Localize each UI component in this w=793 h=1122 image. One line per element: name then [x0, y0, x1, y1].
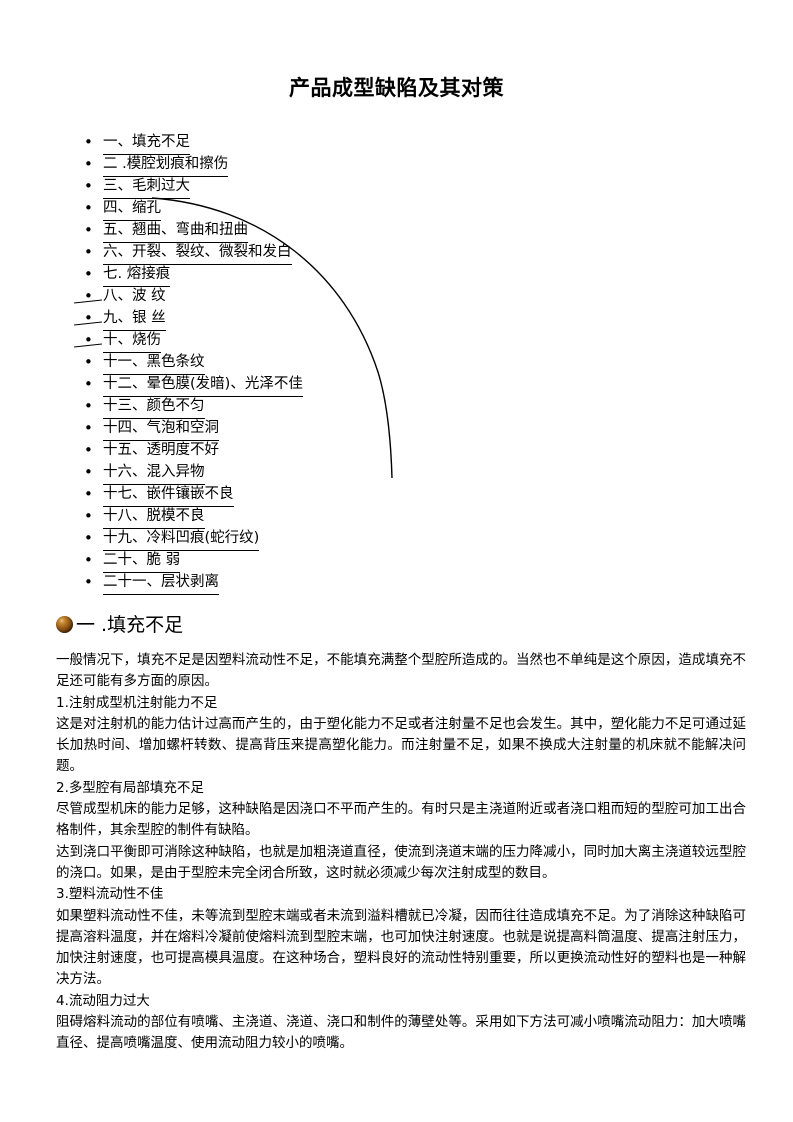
toc-item[interactable]: 十二、晕色膜(发暗)、光泽不佳	[0, 373, 700, 397]
toc-item-label: 十二、晕色膜(发暗)、光泽不佳	[103, 373, 303, 397]
toc-item-label: 四、缩孔	[103, 197, 161, 221]
table-of-contents-list: 一、填充不足二 .模腔划痕和擦伤三、毛刺过大四、缩孔五、翘曲、弯曲和扭曲六、开裂…	[0, 131, 700, 595]
section-heading: 一 .填充不足	[56, 612, 183, 638]
toc-item[interactable]: 九、银 丝	[0, 307, 700, 331]
section-body-text: 一般情况下，填充不足是因塑料流动性不足，不能填充满整个型腔所造成的。当然也不单纯…	[56, 650, 746, 1055]
toc-item[interactable]: 十四、气泡和空洞	[0, 417, 700, 441]
toc-item[interactable]: 十六、混入异物	[0, 461, 700, 485]
toc-item-label: 二 .模腔划痕和擦伤	[103, 153, 229, 177]
toc-item-label: 十一、黑色条纹	[103, 351, 205, 375]
toc-item-label: 十五、透明度不好	[103, 442, 219, 458]
toc-item-label: 七. 熔接痕	[103, 263, 171, 287]
toc-item[interactable]: 七. 熔接痕	[0, 263, 700, 287]
toc-item-label: 一、填充不足	[103, 131, 190, 155]
toc-item-label: 十六、混入异物	[103, 461, 205, 485]
toc-item[interactable]: 十九、冷料凹痕(蛇行纹)	[0, 527, 700, 551]
toc-item[interactable]: 十五、透明度不好	[0, 439, 700, 461]
body-paragraph: 4.流动阻力过大	[56, 992, 150, 1009]
body-paragraph: 如果塑料流动性不佳，未等流到型腔末端或者未流到溢料槽就已冷凝，因而往往造成填充不…	[56, 907, 746, 988]
body-paragraph: 3.塑料流动性不佳	[56, 886, 164, 903]
toc-item[interactable]: 十七、嵌件镶嵌不良	[0, 483, 700, 507]
toc-item[interactable]: 八、波 纹	[0, 285, 700, 307]
page-title: 产品成型缺陷及其对策	[289, 76, 504, 100]
toc-item-label: 二十、脆 弱	[103, 549, 181, 573]
toc-item-label: 十八、脱模不良	[103, 505, 205, 529]
toc-item-label: 八、波 纹	[103, 288, 166, 304]
body-paragraph: 尽管成型机床的能力足够，这种缺陷是因浇口不平而产生的。有时只是主浇道附近或者浇口…	[56, 801, 746, 839]
toc-item[interactable]: 十八、脱模不良	[0, 505, 700, 529]
toc-item-label: 二十一、层状剥离	[103, 571, 219, 595]
document-page: 产品成型缺陷及其对策 一、填充不足二 .模腔划痕和擦伤三、毛刺过大四、缩孔五、翘…	[0, 0, 793, 1122]
toc-item[interactable]: 十、烧伤	[0, 329, 700, 353]
toc-item[interactable]: 三、毛刺过大	[0, 175, 700, 199]
toc-item-label: 十四、气泡和空洞	[103, 417, 219, 441]
toc-item[interactable]: 五、翘曲、弯曲和扭曲	[0, 219, 700, 243]
toc-item[interactable]: 二 .模腔划痕和擦伤	[0, 153, 700, 177]
toc-item-label: 三、毛刺过大	[103, 175, 190, 199]
body-paragraph: 1.注射成型机注射能力不足	[56, 694, 218, 711]
toc-item-label: 六、开裂、裂纹、微裂和发白	[103, 241, 292, 265]
body-paragraph: 一般情况下，填充不足是因塑料流动性不足，不能填充满整个型腔所造成的。当然也不单纯…	[56, 652, 746, 690]
toc-item-label: 十三、颜色不匀	[103, 395, 205, 419]
toc-item-label: 十九、冷料凹痕(蛇行纹)	[103, 527, 260, 551]
toc-item[interactable]: 十三、颜色不匀	[0, 395, 700, 419]
toc-item[interactable]: 二十一、层状剥离	[0, 571, 700, 595]
toc-item[interactable]: 十一、黑色条纹	[0, 351, 700, 375]
toc-item-label: 十七、嵌件镶嵌不良	[103, 483, 234, 507]
toc-item[interactable]: 二十、脆 弱	[0, 549, 700, 573]
body-paragraph: 这是对注射机的能力估计过高而产生的，由于塑化能力不足或者注射量不足也会发生。其中…	[56, 715, 746, 775]
toc-item[interactable]: 四、缩孔	[0, 197, 700, 221]
toc-item-label: 九、银 丝	[103, 307, 166, 331]
toc-item-label: 十、烧伤	[103, 329, 161, 353]
body-paragraph: 达到浇口平衡即可消除这种缺陷，也就是加粗浇道直径，使流到浇道末端的压力降减小，同…	[56, 843, 746, 881]
toc-item[interactable]: 六、开裂、裂纹、微裂和发白	[0, 241, 700, 265]
body-paragraph: 2.多型腔有局部填充不足	[56, 779, 204, 796]
body-paragraph: 阻碍熔料流动的部位有喷嘴、主浇道、浇道、浇口和制件的薄壁处等。采用如下方法可减小…	[56, 1014, 746, 1052]
toc-item-label: 五、翘曲、弯曲和扭曲	[103, 219, 248, 243]
brown-sphere-icon	[56, 616, 73, 633]
section-heading-label: 一 .填充不足	[76, 614, 184, 636]
toc-item[interactable]: 一、填充不足	[0, 131, 700, 155]
